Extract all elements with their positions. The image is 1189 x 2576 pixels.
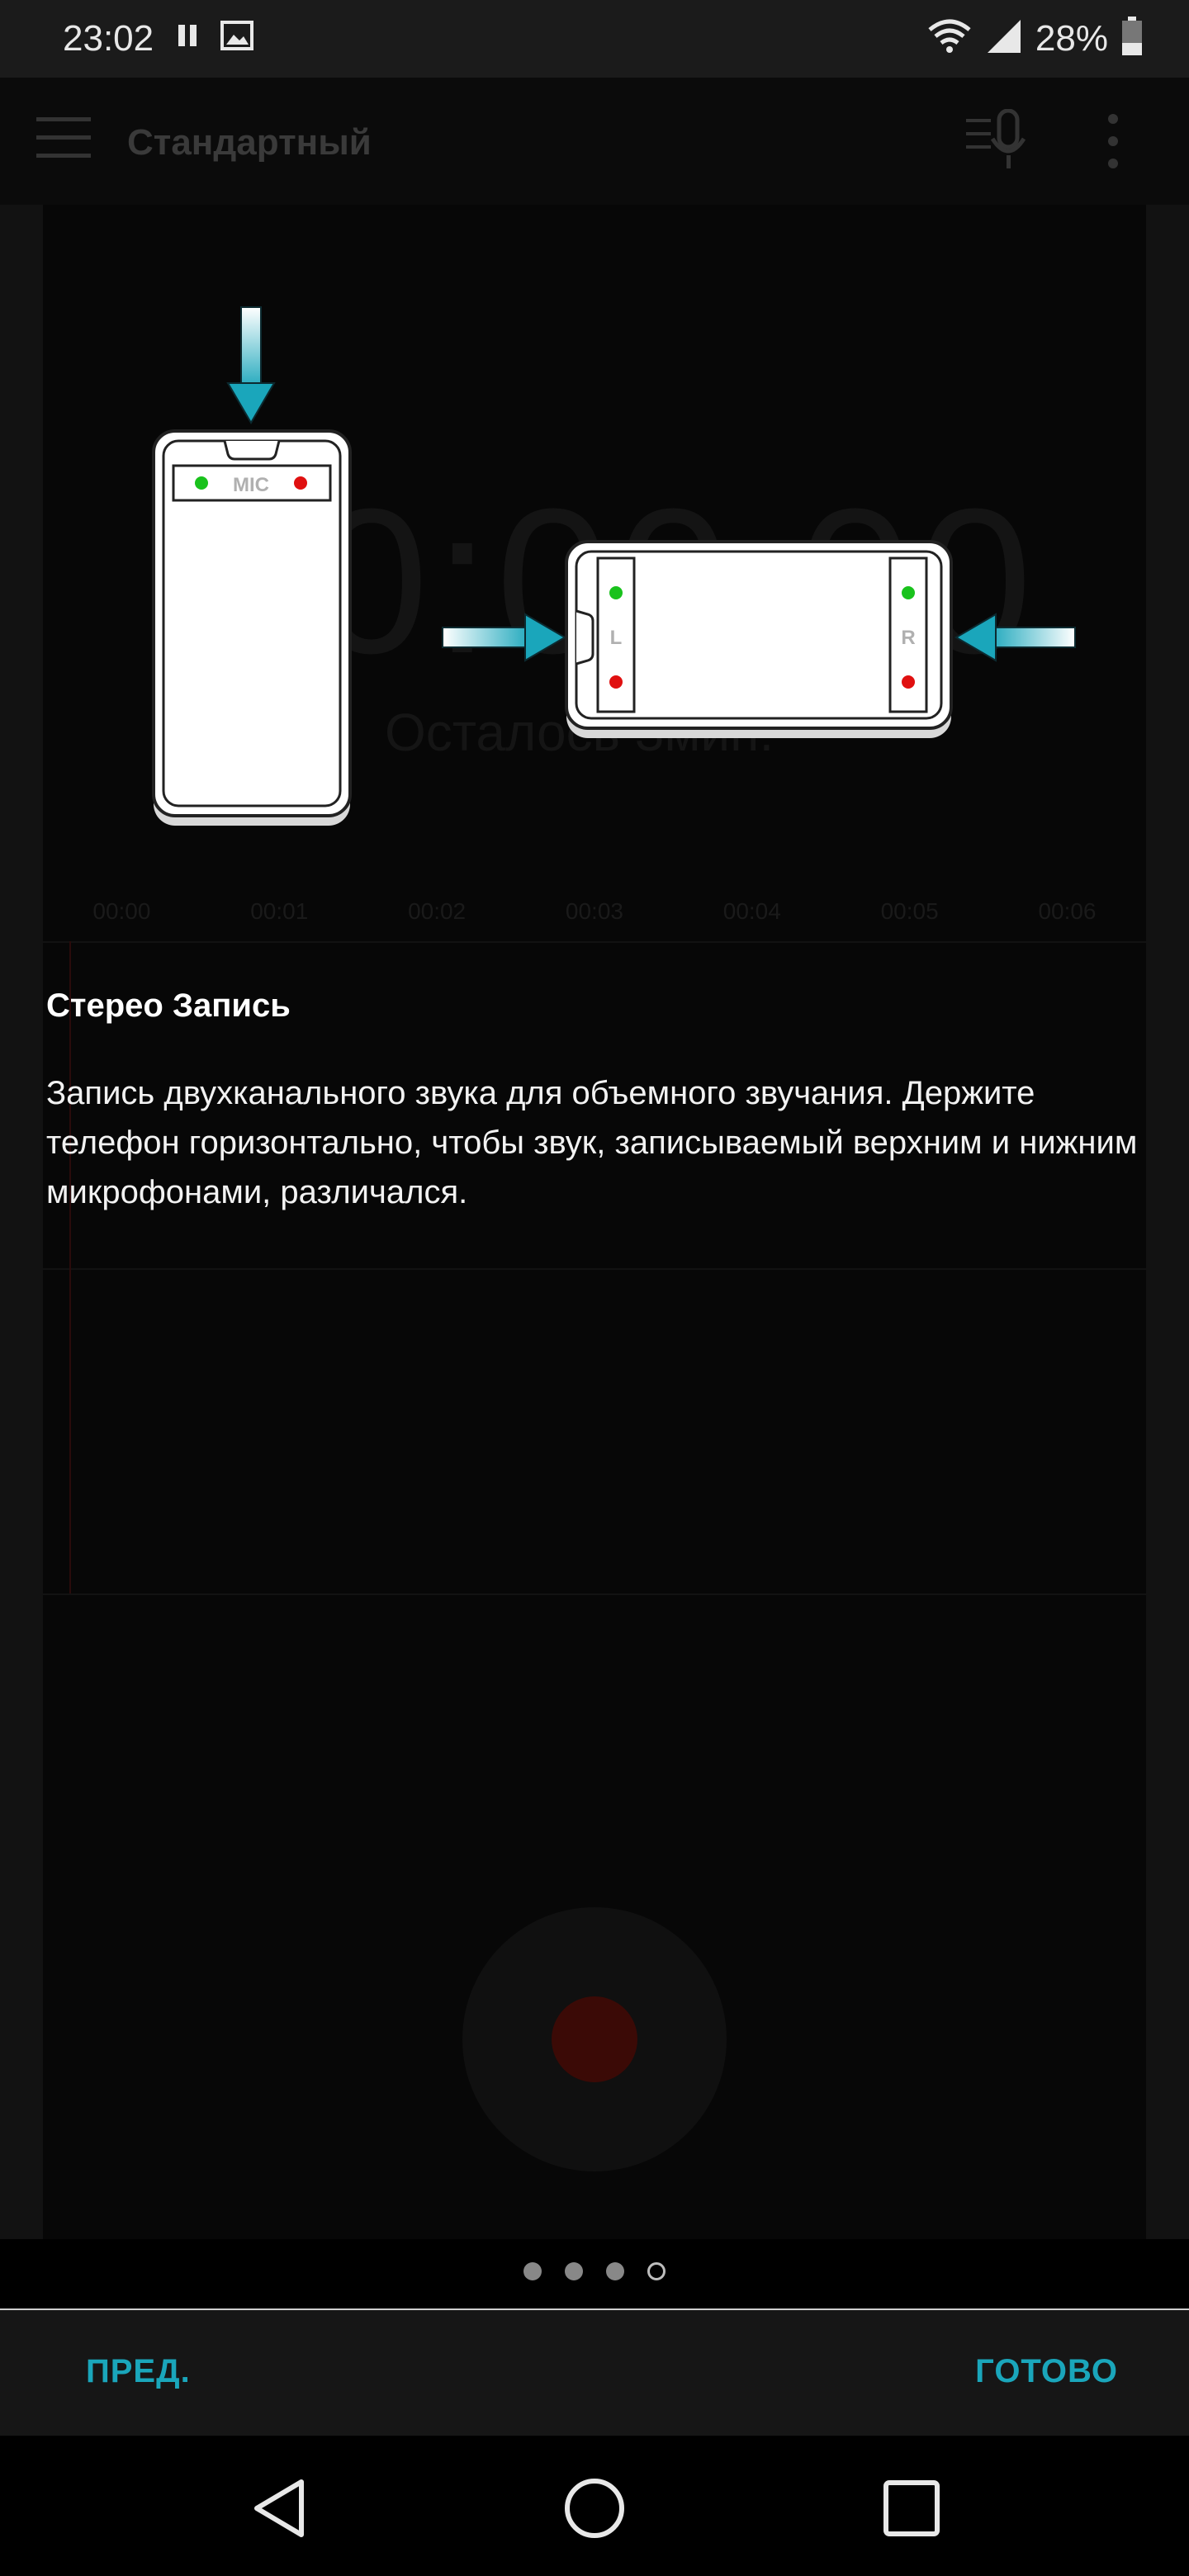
timeline-tick: 00:04: [722, 898, 781, 924]
status-bar: 23:02 28%: [0, 0, 1189, 78]
footer-bar: ПРЕД. ГОТОВО: [0, 2310, 1189, 2436]
right-channel-label: R: [901, 627, 915, 649]
timeline-tick: 00:06: [1038, 898, 1097, 924]
background-divider: [43, 1268, 1146, 1270]
mic-settings-icon[interactable]: [966, 108, 1032, 176]
background-divider: [43, 1593, 1146, 1595]
background-timeline: 00:00 00:01 00:02 00:03 00:04 00:05 00:0…: [43, 898, 1146, 941]
more-icon[interactable]: [1106, 112, 1120, 174]
status-time: 23:02: [63, 18, 154, 59]
stereo-illustration: MIC L R: [0, 297, 1189, 842]
background-divider: [43, 941, 1146, 943]
landscape-phone-icon: L R: [565, 540, 953, 738]
arrow-left-icon: [955, 613, 1076, 662]
timeline-tick: 00:02: [408, 898, 467, 924]
info-title: Стерео Запись: [46, 987, 291, 1024]
timeline-tick: 00:01: [250, 898, 309, 924]
arrow-down-icon: [226, 306, 276, 424]
left-channel-label: L: [610, 627, 623, 649]
page-dot-active: [647, 2262, 666, 2280]
image-icon: [220, 20, 254, 55]
app-title: Стандартный: [127, 122, 372, 163]
pause-icon: [178, 23, 198, 52]
page-indicator: [0, 2262, 1189, 2280]
page-dot: [606, 2262, 624, 2280]
page-dot: [565, 2262, 583, 2280]
timeline-tick: 00:05: [880, 898, 939, 924]
wifi-icon: [926, 18, 973, 59]
page-dot: [523, 2262, 542, 2280]
info-description: Запись двухканального звука для объемног…: [46, 1075, 1138, 1210]
done-button[interactable]: ГОТОВО: [975, 2353, 1118, 2390]
back-icon[interactable]: [239, 2469, 319, 2548]
timeline-tick: 00:03: [565, 898, 623, 924]
home-icon[interactable]: [555, 2469, 634, 2548]
background-record-dot: [552, 1996, 637, 2082]
background-playhead: [69, 941, 71, 1593]
app-bar: Стандартный: [0, 78, 1189, 205]
battery-icon: [1121, 17, 1143, 60]
signal-icon: [986, 18, 1022, 59]
navigation-bar: [0, 2436, 1189, 2576]
timeline-tick: 00:00: [92, 898, 151, 924]
portrait-phone-icon: MIC: [152, 429, 352, 826]
menu-icon[interactable]: [36, 116, 91, 163]
prev-button[interactable]: ПРЕД.: [86, 2353, 191, 2390]
battery-percent: 28%: [1035, 17, 1108, 59]
arrow-right-icon: [442, 613, 566, 662]
mic-label: MIC: [233, 474, 269, 496]
recents-icon[interactable]: [872, 2469, 951, 2548]
